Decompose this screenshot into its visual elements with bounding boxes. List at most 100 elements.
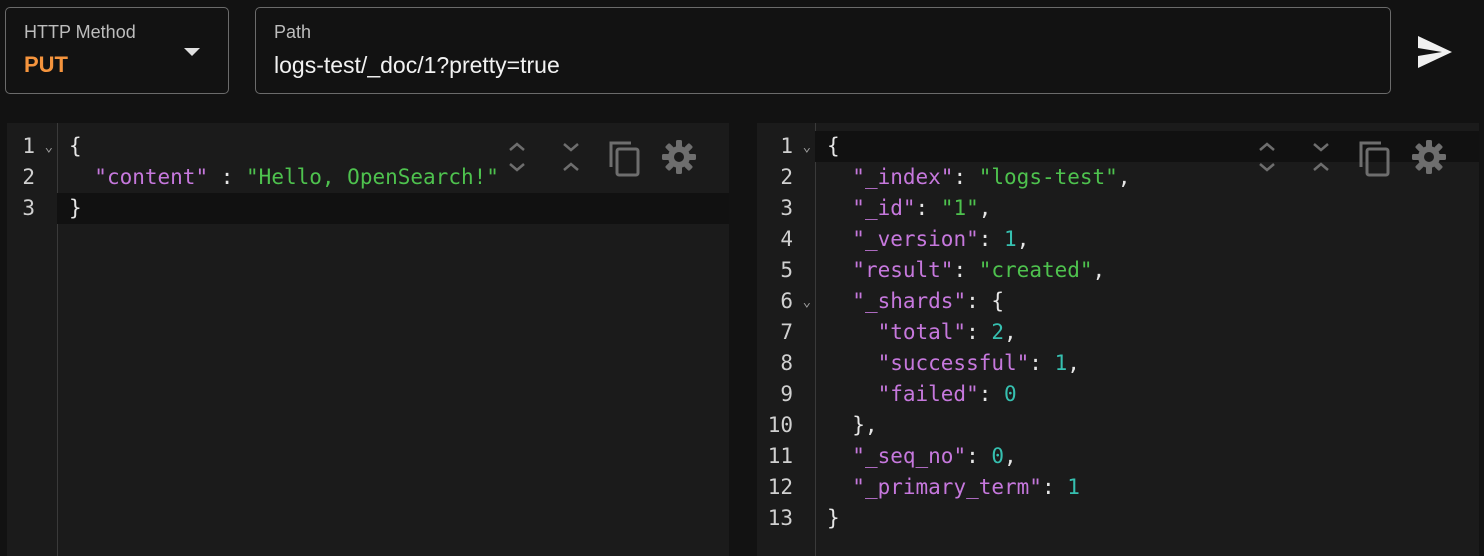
- code-token: "1": [940, 196, 979, 220]
- code-line[interactable]: "result": "created",: [827, 255, 1105, 286]
- code-line[interactable]: "successful": 1,: [827, 348, 1080, 379]
- code-line[interactable]: "_index": "logs-test",: [827, 162, 1130, 193]
- code-line[interactable]: {: [827, 131, 840, 162]
- code-line[interactable]: },: [827, 410, 878, 441]
- line-number-row: 1 ⌄: [757, 131, 815, 162]
- line-number: 6: [780, 289, 793, 313]
- code-token: ,: [1016, 227, 1030, 251]
- code-line[interactable]: "_version": 1,: [827, 224, 1029, 255]
- collapse-all-icon[interactable]: [551, 137, 591, 177]
- response-editor[interactable]: 1 ⌄ 2 3 4 5 6 ⌄ 7 8 9 10 11 12 13 { "_index": "logs-te…: [757, 123, 1479, 556]
- code-line[interactable]: "_id": "1",: [827, 193, 991, 224]
- code-line[interactable]: "_seq_no": 0,: [827, 441, 1016, 472]
- code-token: :: [1029, 351, 1055, 375]
- line-number-row: 9: [757, 379, 815, 410]
- fold-chevron-icon[interactable]: ⌄: [803, 132, 811, 163]
- copy-icon[interactable]: [605, 137, 645, 177]
- code-token: :: [915, 196, 941, 220]
- code-token: "logs-test": [978, 165, 1118, 189]
- path-input[interactable]: [274, 50, 1354, 80]
- code-area[interactable]: { "_index": "logs-test", "_id": "1", "_v…: [827, 123, 1479, 556]
- code-line[interactable]: "failed": 0: [827, 379, 1017, 410]
- line-number-gutter: 1 ⌄ 2 3: [7, 123, 58, 556]
- line-number: 2: [22, 165, 35, 189]
- caret-down-icon[interactable]: [184, 48, 200, 56]
- code-line[interactable]: "total": 2,: [827, 317, 1017, 348]
- code-token: }: [827, 506, 840, 530]
- code-token: "_version": [852, 227, 979, 251]
- code-line[interactable]: }: [69, 193, 82, 224]
- send-icon[interactable]: [1414, 32, 1456, 72]
- code-line[interactable]: }: [827, 503, 840, 534]
- code-token: {: [827, 134, 840, 158]
- line-number: 4: [780, 227, 793, 251]
- path-label: Path: [274, 22, 312, 42]
- code-token: "content": [94, 165, 209, 189]
- code-token: "_index": [852, 165, 954, 189]
- line-number: 2: [780, 165, 793, 189]
- code-token: : {: [966, 289, 1005, 313]
- line-number-row: 6 ⌄: [757, 286, 815, 317]
- gear-icon[interactable]: [659, 137, 699, 177]
- code-line[interactable]: "_primary_term": 1: [827, 472, 1080, 503]
- code-token: "_id": [852, 196, 916, 220]
- line-number-row: 8: [757, 348, 815, 379]
- copy-icon[interactable]: [1355, 137, 1395, 177]
- send-button[interactable]: [1414, 32, 1456, 72]
- expand-all-icon[interactable]: [497, 137, 537, 177]
- code-token: ,: [1092, 258, 1106, 282]
- line-number: 1: [780, 134, 793, 158]
- collapse-all-icon[interactable]: [1301, 137, 1341, 177]
- line-number-row: 10: [757, 410, 815, 441]
- code-token: "_seq_no": [852, 444, 967, 468]
- line-number-row: 5: [757, 255, 815, 286]
- code-token: :: [966, 320, 992, 344]
- code-token: ,: [1117, 165, 1131, 189]
- line-number: 8: [780, 351, 793, 375]
- path-field[interactable]: Path: [255, 7, 1391, 94]
- code-token: 0: [1004, 382, 1017, 406]
- line-number-row: 2: [7, 162, 57, 193]
- request-editor[interactable]: 1 ⌄ 2 3 { "content" : "Hello, OpenSearch!"}: [7, 123, 729, 556]
- code-token: "failed": [877, 382, 979, 406]
- code-token: "_shards": [852, 289, 967, 313]
- code-token: "created": [978, 258, 1093, 282]
- line-number-gutter: 1 ⌄ 2 3 4 5 6 ⌄ 7 8 9 10 11 12 13: [757, 123, 816, 556]
- code-token: }: [69, 196, 82, 220]
- fold-chevron-icon[interactable]: ⌄: [45, 132, 53, 163]
- code-line[interactable]: {: [69, 131, 82, 162]
- code-token: :: [953, 258, 979, 282]
- code-token: "total": [877, 320, 967, 344]
- code-line[interactable]: "_shards": {: [827, 286, 1004, 317]
- code-token: 1: [1054, 351, 1068, 375]
- http-method-select[interactable]: HTTP Method PUT: [5, 7, 229, 94]
- gear-icon[interactable]: [1409, 137, 1449, 177]
- code-token: ,: [978, 196, 992, 220]
- code-token: :: [208, 165, 247, 189]
- expand-all-icon[interactable]: [1247, 137, 1287, 177]
- code-token: :: [953, 165, 979, 189]
- http-method-value: PUT: [24, 52, 68, 77]
- code-area[interactable]: { "content" : "Hello, OpenSearch!"}: [69, 123, 729, 556]
- fold-chevron-icon[interactable]: ⌄: [803, 287, 811, 318]
- line-number-row: 3: [7, 193, 57, 224]
- line-number: 11: [767, 444, 793, 468]
- line-number: 5: [780, 258, 793, 282]
- code-token: },: [827, 413, 878, 437]
- code-token: :: [978, 382, 1005, 406]
- line-number-row: 2: [757, 162, 815, 193]
- code-token: ,: [1004, 320, 1017, 344]
- code-line[interactable]: "content" : "Hello, OpenSearch!": [69, 162, 499, 193]
- line-number-row: 1 ⌄: [7, 131, 57, 162]
